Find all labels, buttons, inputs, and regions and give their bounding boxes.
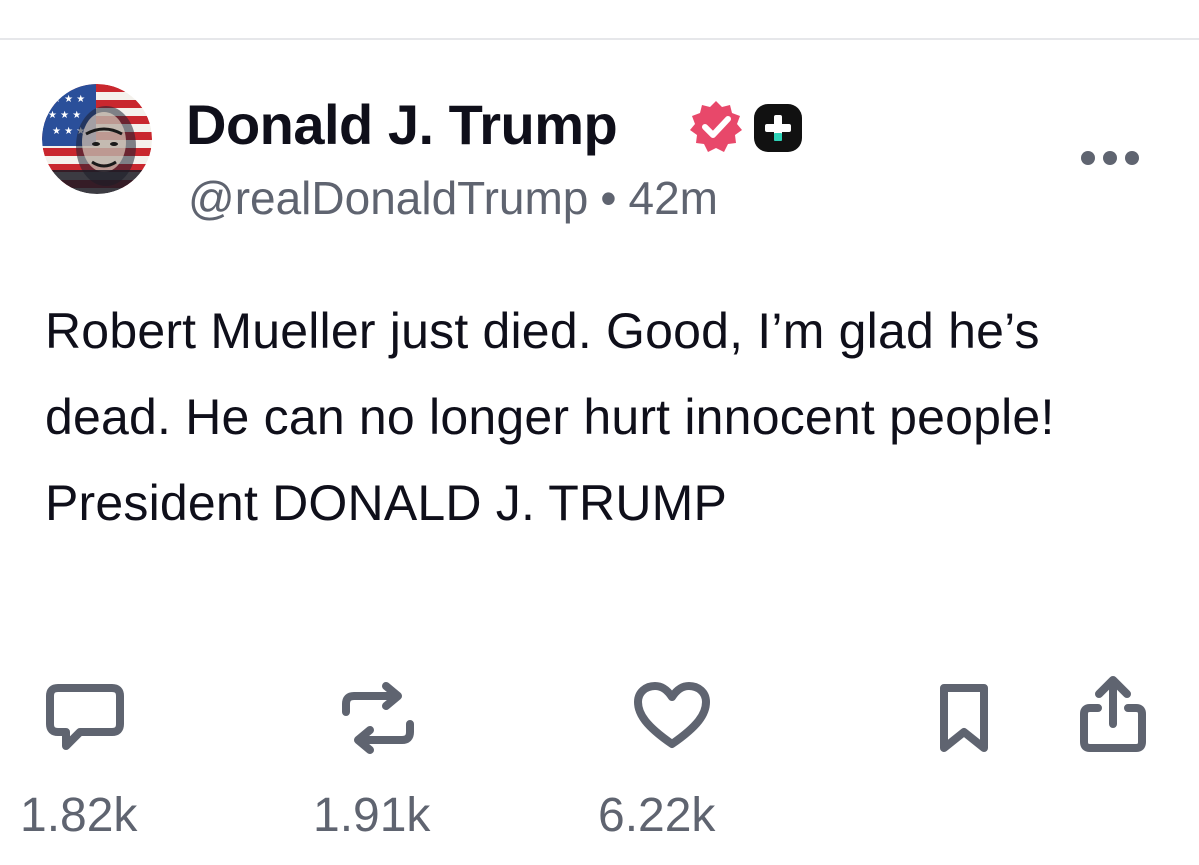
repost-icon[interactable] — [336, 682, 420, 754]
meta-separator: • — [600, 172, 617, 224]
svg-text:★ ★ ★: ★ ★ ★ — [48, 110, 81, 121]
author-meta: @realDonaldTrump • 42m — [188, 168, 718, 228]
more-horizontal-icon[interactable] — [1074, 140, 1146, 176]
post-text: Robert Mueller just died. Good, I’m glad… — [45, 303, 1055, 531]
flag-portrait-avatar-icon: ★ ★ ★ ★ ★ ★ ★ ★ ★ — [42, 84, 152, 194]
post-timestamp[interactable]: 42m — [628, 172, 717, 224]
comment-icon[interactable] — [44, 682, 126, 754]
author-avatar[interactable]: ★ ★ ★ ★ ★ ★ ★ ★ ★ — [42, 84, 152, 194]
plus-badge-icon — [754, 104, 802, 152]
repost-count: 1.91k — [313, 789, 431, 842]
top-divider — [0, 38, 1199, 40]
bookmark-icon[interactable] — [936, 682, 992, 756]
heart-icon[interactable] — [632, 680, 712, 752]
share-icon[interactable] — [1078, 674, 1148, 754]
author-handle[interactable]: @realDonaldTrump — [188, 172, 588, 224]
author-display-name[interactable]: Donald J. Trump — [186, 92, 618, 158]
reply-count: 1.82k — [20, 789, 138, 842]
svg-text:★ ★ ★: ★ ★ ★ — [52, 94, 85, 105]
like-count: 6.22k — [598, 789, 716, 842]
verified-badge-icon — [690, 101, 742, 152]
